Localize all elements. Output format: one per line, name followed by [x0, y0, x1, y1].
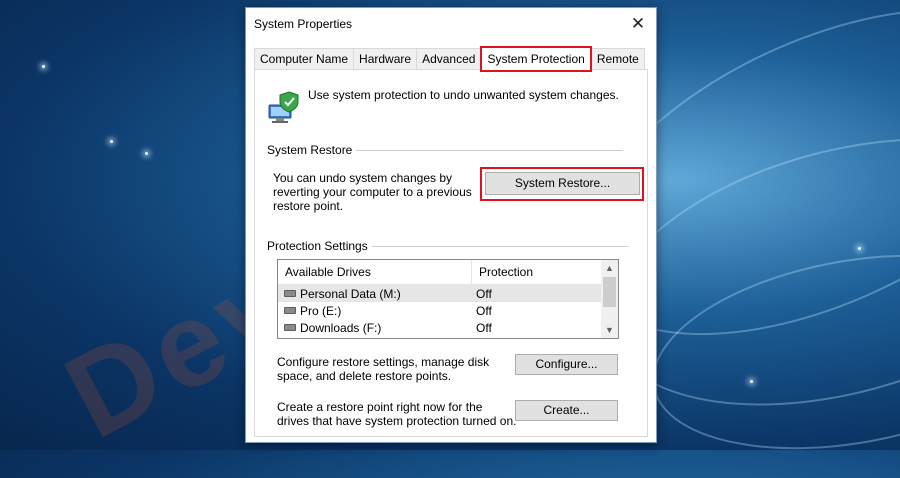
drive-icon [284, 307, 296, 314]
scroll-thumb[interactable] [603, 277, 616, 307]
sparkle [858, 247, 861, 250]
system-properties-dialog: System Properties ✕ Computer Name Hardwa… [245, 7, 657, 443]
intro-text: Use system protection to undo unwanted s… [308, 88, 619, 102]
system-restore-heading: System Restore [267, 143, 357, 157]
create-description: Create a restore point right now for the… [277, 400, 517, 428]
drive-row[interactable]: Personal Data (M:) Off [278, 285, 618, 302]
drive-icon [284, 324, 296, 331]
drives-list-scrollbar[interactable]: ▲ ▼ [601, 260, 618, 338]
drive-protection-status: Off [476, 303, 492, 318]
protection-settings-heading: Protection Settings [267, 239, 372, 253]
drive-icon [284, 290, 296, 297]
sparkle [750, 380, 753, 383]
drive-row[interactable]: Downloads (F:) Off [278, 319, 618, 336]
column-header-drives[interactable]: Available Drives [278, 260, 472, 284]
scroll-up-icon[interactable]: ▲ [601, 260, 618, 276]
sparkle [42, 65, 45, 68]
system-restore-button[interactable]: System Restore... [485, 172, 640, 195]
system-protection-shield-icon [268, 91, 299, 123]
tab-computer-name[interactable]: Computer Name [254, 48, 355, 69]
system-restore-description: You can undo system changes by reverting… [273, 171, 472, 213]
tab-strip: Computer Name Hardware Advanced System P… [254, 46, 645, 72]
tab-system-protection[interactable]: System Protection [480, 46, 592, 72]
configure-button[interactable]: Configure... [515, 354, 618, 375]
sparkle [145, 152, 148, 155]
tab-remote[interactable]: Remote [590, 48, 645, 69]
title-bar: System Properties ✕ [246, 8, 656, 40]
drives-list-header: Available Drives Protection [278, 260, 618, 285]
drive-protection-status: Off [476, 320, 492, 335]
drive-row[interactable]: Pro (E:) Off [278, 302, 618, 319]
window-title: System Properties [254, 17, 353, 31]
system-protection-panel: Use system protection to undo unwanted s… [254, 69, 648, 437]
configure-description: Configure restore settings, manage disk … [277, 355, 490, 383]
tab-hardware[interactable]: Hardware [353, 48, 418, 69]
sparkle [110, 140, 113, 143]
drive-protection-status: Off [476, 286, 492, 301]
close-icon[interactable]: ✕ [624, 10, 652, 38]
drive-name: Personal Data (M:) [300, 286, 401, 301]
create-button[interactable]: Create... [515, 400, 618, 421]
scroll-down-icon[interactable]: ▼ [601, 322, 618, 338]
tab-advanced[interactable]: Advanced [416, 48, 482, 69]
drives-list: Available Drives Protection Personal Dat… [277, 259, 619, 339]
drive-name: Pro (E:) [300, 303, 342, 318]
column-header-protection[interactable]: Protection [472, 260, 599, 284]
drive-name: Downloads (F:) [300, 320, 382, 335]
